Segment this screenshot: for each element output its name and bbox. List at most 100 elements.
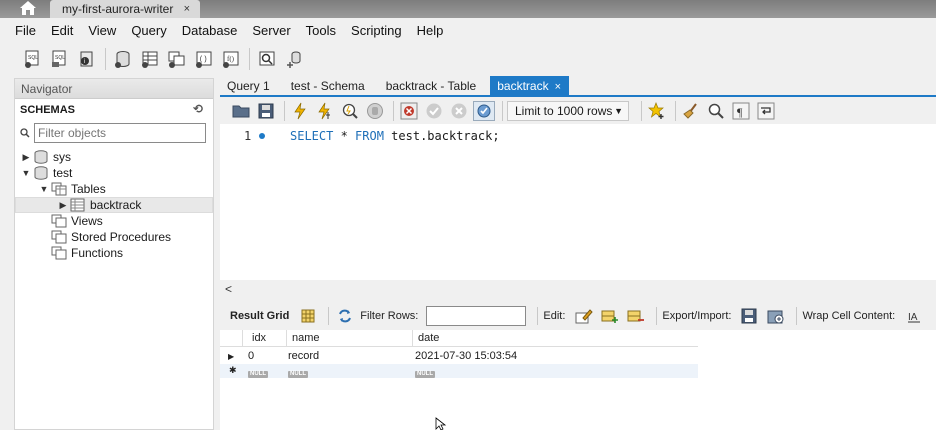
new-row-icon: ✱ xyxy=(229,365,237,375)
commit-button[interactable] xyxy=(423,101,445,121)
cell-name[interactable]: record xyxy=(288,350,319,362)
invisible-chars-button[interactable]: ¶ xyxy=(730,101,752,121)
sql-line[interactable]: SELECT * FROM test.backtrack; xyxy=(290,129,500,143)
search-table-data-button[interactable] xyxy=(256,48,278,70)
tab-backtrack[interactable]: backtrack × xyxy=(490,76,570,96)
wrap-cell-toggle[interactable]: IA xyxy=(903,307,925,325)
close-icon[interactable]: × xyxy=(555,81,561,93)
expand-icon[interactable]: ▶ xyxy=(21,152,31,163)
tab-backtrack-table[interactable]: backtrack - Table xyxy=(379,76,491,96)
tree-item-backtrack[interactable]: ▶ backtrack xyxy=(15,197,213,213)
execute-button[interactable] xyxy=(289,101,311,121)
limit-rows-select[interactable]: Limit to 1000 rows ▼ xyxy=(507,101,629,121)
cell-date[interactable]: 2021-07-30 15:03:54 xyxy=(415,350,517,362)
add-row-button[interactable] xyxy=(599,307,621,325)
connection-tab[interactable]: my-first-aurora-writer × xyxy=(50,0,200,18)
sql-editor[interactable]: 1 SELECT * FROM test.backtrack; xyxy=(220,124,936,280)
menu-server[interactable]: Server xyxy=(252,23,290,38)
null-cell-name[interactable]: NULL xyxy=(288,366,308,378)
save-icon xyxy=(258,103,274,119)
menu-tools[interactable]: Tools xyxy=(306,23,336,38)
close-icon[interactable]: × xyxy=(184,0,190,18)
editor-area: Query 1 test - Schema backtrack - Table … xyxy=(220,76,936,430)
tree-item-stored-procedures[interactable]: Stored Procedures xyxy=(15,229,213,245)
new-sql-tab-button[interactable]: SQL xyxy=(22,48,44,70)
collapse-icon[interactable]: ▼ xyxy=(21,168,31,178)
add-snippet-button[interactable] xyxy=(646,101,668,121)
null-badge: NULL xyxy=(415,371,435,378)
explain-button[interactable] xyxy=(339,101,361,121)
filter-row xyxy=(15,121,213,145)
export-button[interactable] xyxy=(739,307,761,325)
create-table-button[interactable] xyxy=(139,48,161,70)
table-row[interactable]: ▶ 0 record 2021-07-30 15:03:54 xyxy=(220,350,698,364)
create-procedure-button[interactable]: () xyxy=(193,48,215,70)
new-sql-icon: SQL xyxy=(25,50,39,68)
grid-header: idx name date xyxy=(220,330,698,347)
null-cell-date[interactable]: NULL xyxy=(415,366,435,378)
create-view-button[interactable] xyxy=(166,48,188,70)
sql-keyword: SELECT xyxy=(290,129,334,143)
collapse-icon[interactable]: ▼ xyxy=(39,184,49,194)
cell-idx[interactable]: 0 xyxy=(248,350,254,362)
stop-button[interactable] xyxy=(364,101,386,121)
tree-item-views[interactable]: Views xyxy=(15,213,213,229)
create-schema-button[interactable] xyxy=(112,48,134,70)
menu-view[interactable]: View xyxy=(88,23,116,38)
filter-objects-input[interactable] xyxy=(34,123,206,143)
reconnect-button[interactable] xyxy=(283,48,305,70)
svg-text:SQL: SQL xyxy=(55,55,65,61)
rollback-button[interactable] xyxy=(448,101,470,121)
menu-scripting[interactable]: Scripting xyxy=(351,23,402,38)
null-badge: NULL xyxy=(288,371,308,378)
menu-edit[interactable]: Edit xyxy=(51,23,73,38)
refresh-icon[interactable]: ⟲ xyxy=(193,102,203,116)
filter-rows-input[interactable] xyxy=(426,306,527,326)
tree-label: Stored Procedures xyxy=(71,230,172,244)
open-file-button[interactable] xyxy=(230,101,252,121)
menu-query[interactable]: Query xyxy=(131,23,166,38)
refresh-results-button[interactable] xyxy=(334,307,356,325)
search-icon xyxy=(708,103,724,119)
null-cell-idx[interactable]: NULL xyxy=(248,366,268,378)
toggle-error-button[interactable] xyxy=(398,101,420,121)
toolbar-separator xyxy=(393,101,394,121)
result-grid[interactable]: idx name date ▶ 0 record 2021-07-30 15:0… xyxy=(220,330,936,430)
find-button[interactable] xyxy=(705,101,727,121)
edit-row-button[interactable] xyxy=(573,307,595,325)
open-sql-script-button[interactable]: SQL xyxy=(49,48,71,70)
menu-file[interactable]: File xyxy=(15,23,36,38)
execute-current-button[interactable] xyxy=(314,101,336,121)
delete-row-button[interactable] xyxy=(625,307,647,325)
inspector-button[interactable]: i xyxy=(76,48,98,70)
navigator-panel: Navigator SCHEMAS ⟲ ▶ sys ▼ test ▼ Table… xyxy=(14,78,214,430)
beautify-button[interactable] xyxy=(680,101,702,121)
column-header-idx[interactable]: idx xyxy=(252,332,266,344)
tree-item-sys[interactable]: ▶ sys xyxy=(15,149,213,165)
expand-icon[interactable]: ▶ xyxy=(58,200,68,211)
import-button[interactable] xyxy=(765,307,787,325)
horizontal-scrollbar[interactable]: < xyxy=(220,280,936,298)
column-header-date[interactable]: date xyxy=(418,332,439,344)
column-header-name[interactable]: name xyxy=(292,332,320,344)
wrap-lines-button[interactable] xyxy=(755,101,777,121)
svg-text:SQL: SQL xyxy=(28,55,38,61)
tree-item-test[interactable]: ▼ test xyxy=(15,165,213,181)
toolbar-separator xyxy=(675,101,676,121)
home-icon[interactable] xyxy=(18,0,38,16)
save-button[interactable] xyxy=(255,101,277,121)
mouse-cursor-icon xyxy=(435,417,447,430)
menu-database[interactable]: Database xyxy=(182,23,238,38)
tab-query-1[interactable]: Query 1 xyxy=(220,76,284,96)
new-row[interactable]: ✱ NULL NULL NULL xyxy=(220,364,698,378)
create-function-button[interactable]: f() xyxy=(220,48,242,70)
scroll-left-icon[interactable]: < xyxy=(225,282,232,296)
result-grid-label[interactable]: Result Grid xyxy=(230,310,289,322)
tree-item-tables[interactable]: ▼ Tables xyxy=(15,181,213,197)
menu-help[interactable]: Help xyxy=(417,23,444,38)
tree-item-functions[interactable]: Functions xyxy=(15,245,213,261)
tree-label: Tables xyxy=(71,182,106,196)
tab-test-schema[interactable]: test - Schema xyxy=(284,76,379,96)
grid-view-button[interactable] xyxy=(297,307,319,325)
autocommit-toggle[interactable] xyxy=(473,101,495,121)
